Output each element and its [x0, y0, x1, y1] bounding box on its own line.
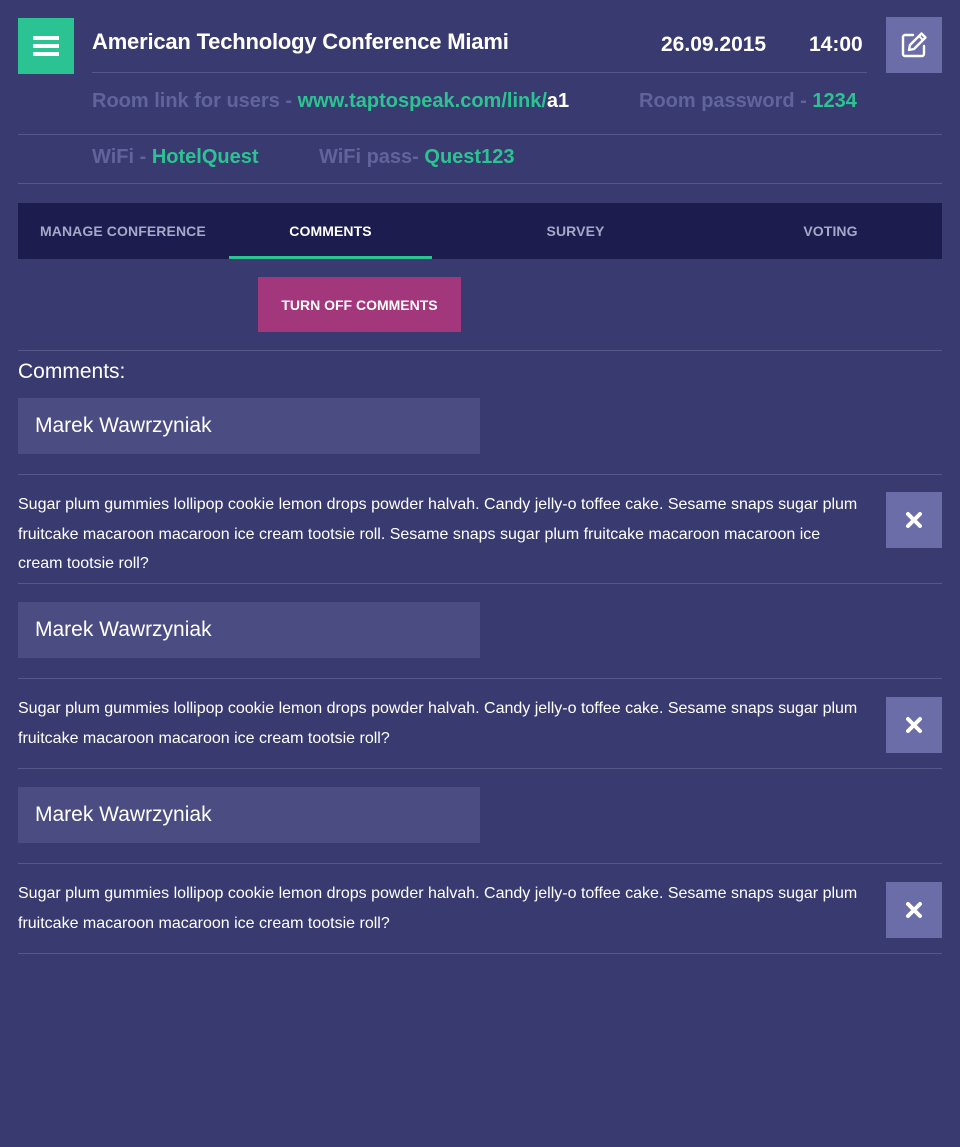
wifi-divider — [18, 183, 942, 184]
room-link-code: a1 — [546, 90, 570, 112]
tab-manage-conference[interactable]: MANAGE CONFERENCE — [18, 203, 229, 259]
close-icon — [906, 717, 922, 733]
comment-divider — [18, 768, 942, 769]
comment-divider — [18, 863, 942, 864]
room-link-url[interactable]: www.taptospeak.com/link/ — [298, 90, 547, 112]
comment-divider — [18, 953, 942, 954]
room-password-label: Room password - — [639, 90, 813, 112]
comment-author: Marek Wawrzyniak — [18, 398, 480, 454]
delete-comment-button[interactable] — [886, 882, 942, 938]
tab-survey[interactable]: SURVEY — [432, 203, 719, 259]
room-password-value: 1234 — [812, 90, 857, 112]
tab-voting[interactable]: VOTING — [719, 203, 942, 259]
comment-divider — [18, 583, 942, 584]
comments-heading: Comments: — [18, 360, 126, 383]
conference-date: 26.09.2015 — [661, 33, 767, 56]
header-divider — [92, 72, 867, 73]
comment-author: Marek Wawrzyniak — [18, 602, 480, 658]
room-password-row: Room password - 1234 — [639, 90, 857, 113]
info-divider — [18, 134, 942, 135]
section-divider — [18, 350, 942, 351]
comment-text: Sugar plum gummies lollipop cookie lemon… — [18, 496, 858, 572]
conference-time: 14:00 — [809, 33, 863, 56]
comment-text: Sugar plum gummies lollipop cookie lemon… — [18, 700, 858, 747]
turn-off-comments-button[interactable]: TURN OFF COMMENTS — [258, 277, 461, 332]
comment-author: Marek Wawrzyniak — [18, 787, 480, 843]
close-icon — [906, 902, 922, 918]
tab-bar: MANAGE CONFERENCE COMMENTS SURVEY VOTING — [18, 203, 942, 259]
delete-comment-button[interactable] — [886, 492, 942, 548]
wifi-value: HotelQuest — [151, 146, 259, 168]
wifi-row: WiFi - HotelQuest — [92, 146, 259, 169]
wifi-pass-row: WiFi pass- Quest123 — [319, 146, 514, 169]
edit-button[interactable] — [886, 17, 942, 73]
wifi-pass-label: WiFi pass- — [319, 146, 425, 168]
hamburger-menu-icon — [33, 36, 59, 56]
room-link-label: Room link for users - — [92, 90, 298, 112]
edit-pencil-icon — [901, 32, 927, 58]
conference-title: American Technology Conference Miami — [92, 29, 509, 54]
close-icon — [906, 512, 922, 528]
comment-text: Sugar plum gummies lollipop cookie lemon… — [18, 885, 858, 932]
wifi-label: WiFi - — [92, 146, 152, 168]
delete-comment-button[interactable] — [886, 697, 942, 753]
tab-comments[interactable]: COMMENTS — [229, 203, 432, 259]
menu-button[interactable] — [18, 18, 74, 74]
wifi-pass-value: Quest123 — [424, 146, 515, 168]
room-link-row: Room link for users - www.taptospeak.com… — [92, 90, 569, 113]
comment-divider — [18, 474, 942, 475]
comment-divider — [18, 678, 942, 679]
